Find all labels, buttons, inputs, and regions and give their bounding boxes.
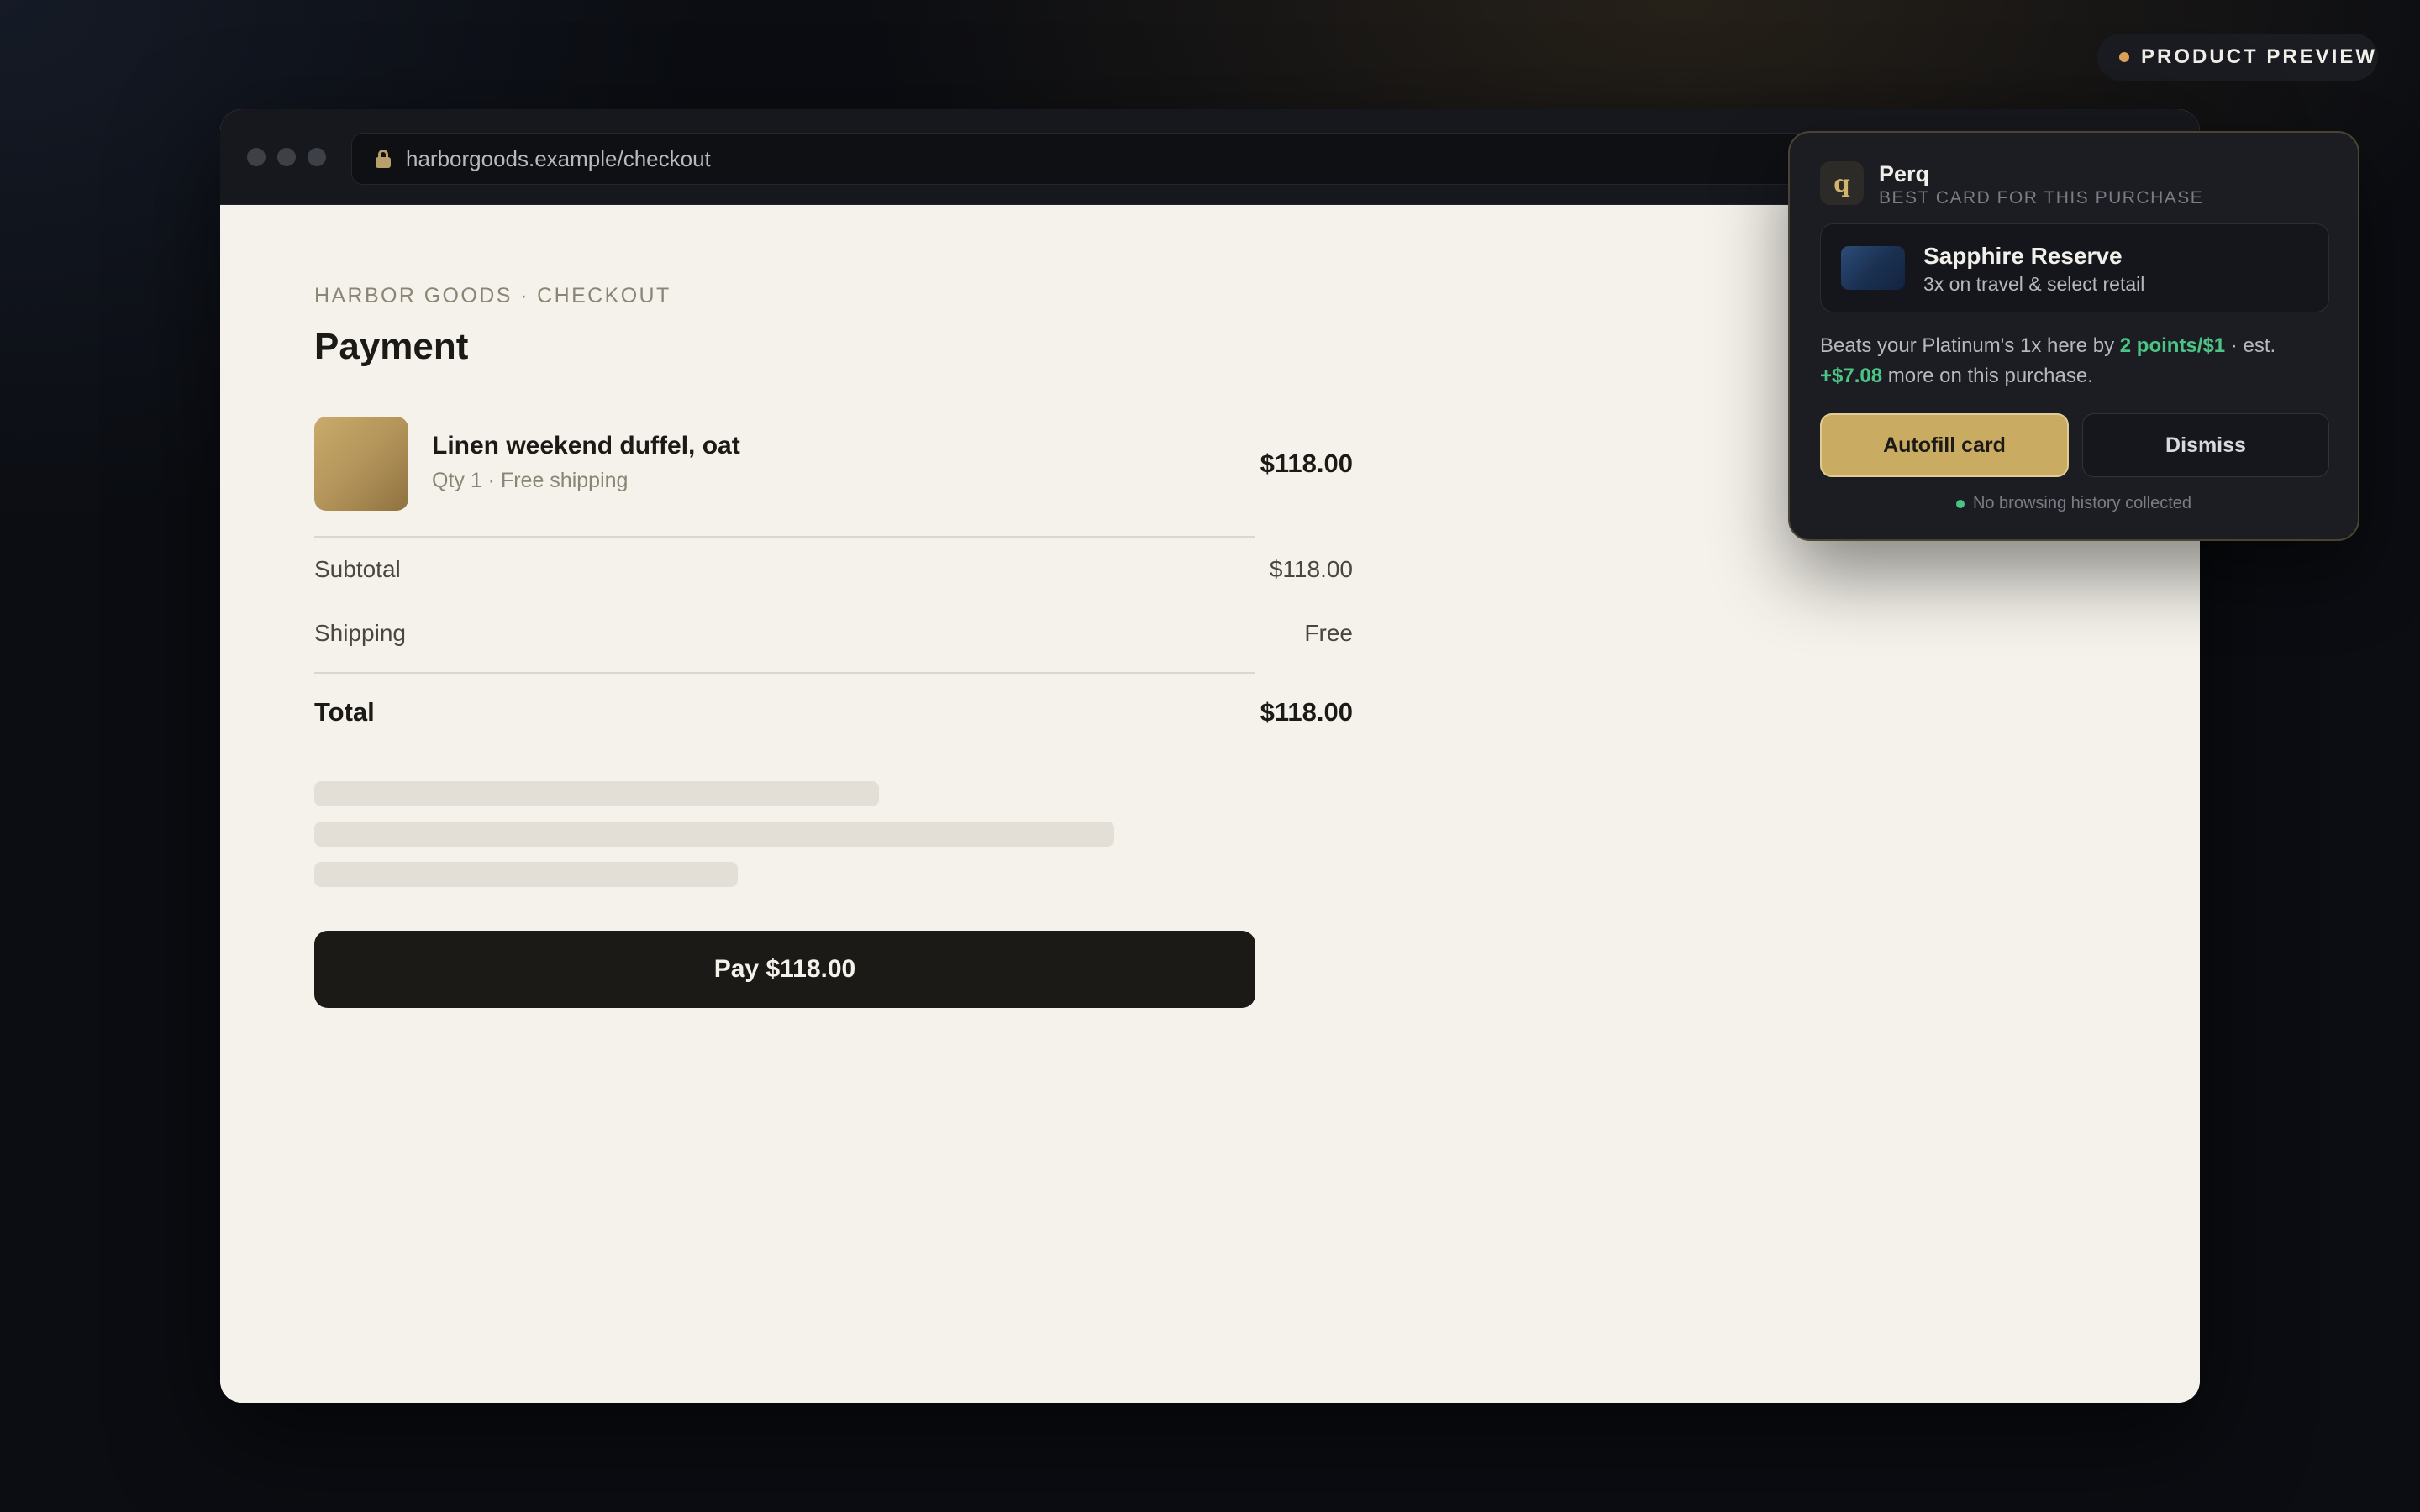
product-preview-badge: PRODUCT PREVIEW	[2097, 34, 2378, 81]
product-price: $118.00	[1260, 449, 1353, 478]
extension-subtitle: BEST CARD FOR THIS PURCHASE	[1879, 188, 2204, 207]
divider	[314, 672, 1255, 674]
extension-popup: q Perq BEST CARD FOR THIS PURCHASE Sapph…	[1788, 131, 2360, 541]
recommended-card: Sapphire Reserve 3x on travel & select r…	[1820, 223, 2329, 312]
pay-button[interactable]: Pay $118.00	[314, 931, 1255, 1008]
total-label: Total	[314, 697, 375, 727]
credit-card-icon	[1841, 246, 1905, 290]
breadcrumb: HARBOR GOODS · CHECKOUT	[314, 284, 671, 307]
card-name: Sapphire Reserve	[1923, 243, 2123, 269]
loading-skeleton-line	[314, 822, 1114, 847]
status-dot-icon	[1955, 499, 1965, 508]
loading-skeleton-line	[314, 781, 879, 806]
card-description: 3x on travel & select retail	[1923, 273, 2145, 295]
status-dot-icon	[2119, 52, 2129, 62]
shipping-value: Free	[1304, 620, 1353, 646]
extension-name: Perq	[1879, 161, 1930, 186]
recommendation-text: Beats your Platinum's 1x here by 2 point…	[1820, 331, 2333, 391]
total-value: $118.00	[1260, 697, 1353, 727]
pitch-text: more on this purchase.	[1882, 365, 2093, 387]
privacy-note-text: No browsing history collected	[1972, 494, 2192, 512]
pitch-text: · est.	[2225, 334, 2276, 357]
page-title: Payment	[314, 326, 469, 367]
perq-logo-icon: q	[1820, 161, 1864, 205]
subtotal-value: $118.00	[1269, 556, 1353, 582]
loading-skeleton-line	[314, 862, 738, 887]
product-thumbnail	[314, 417, 408, 511]
pitch-text: Beats your Platinum's 1x here by	[1820, 334, 2120, 357]
savings-highlight: +$7.08	[1820, 365, 1883, 387]
privacy-note: No browsing history collected	[1790, 494, 2358, 513]
subtotal-label: Subtotal	[314, 556, 401, 582]
dismiss-button[interactable]: Dismiss	[2082, 413, 2329, 477]
product-preview-label: PRODUCT PREVIEW	[2141, 45, 2378, 68]
product-meta: Qty 1 · Free shipping	[432, 469, 629, 492]
divider	[314, 536, 1255, 538]
shipping-label: Shipping	[314, 620, 406, 646]
product-name: Linen weekend duffel, oat	[432, 432, 740, 459]
points-highlight: 2 points/$1	[2119, 334, 2226, 357]
autofill-card-button[interactable]: Autofill card	[1820, 413, 2069, 477]
